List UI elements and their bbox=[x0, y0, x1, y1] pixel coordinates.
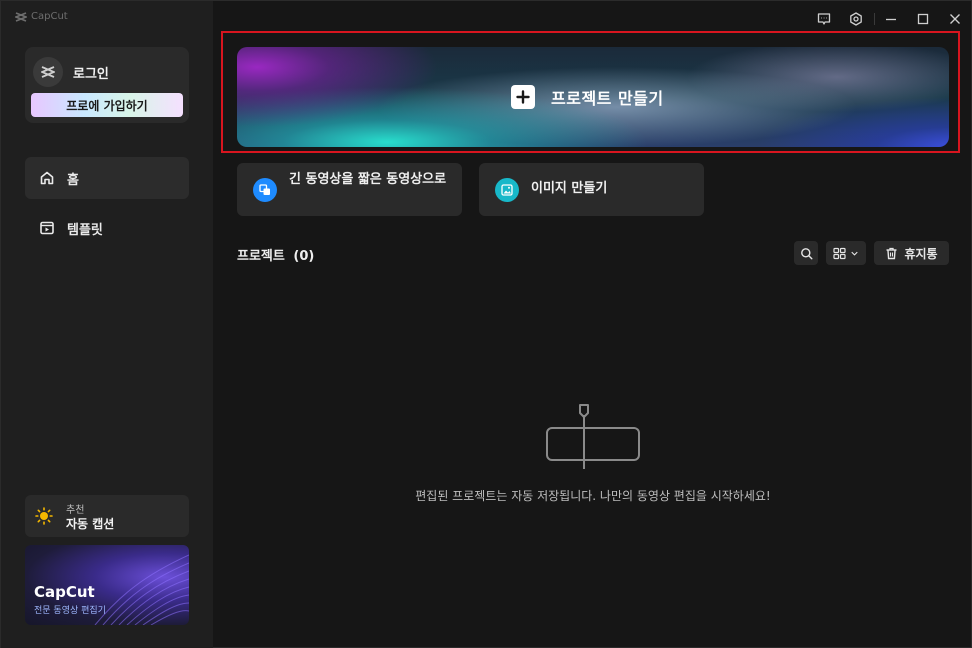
projects-title: 프로젝트 (0) bbox=[237, 245, 314, 264]
sidebar-item-home[interactable]: 홈 bbox=[25, 157, 189, 199]
create-image-label: 이미지 만들기 bbox=[531, 181, 608, 196]
capcut-avatar-icon bbox=[41, 66, 55, 78]
app-name: CapCut bbox=[31, 11, 68, 22]
close-icon bbox=[950, 14, 960, 24]
create-image-button[interactable]: 이미지 만들기 bbox=[479, 163, 704, 216]
home-icon bbox=[40, 171, 54, 185]
view-mode-button[interactable] bbox=[826, 241, 866, 265]
auto-caption-promo[interactable]: 추천 자동 캡션 bbox=[25, 495, 189, 537]
settings-icon bbox=[850, 12, 862, 26]
projects-label: 프로젝트 bbox=[237, 249, 285, 264]
long-to-short-button[interactable]: 긴 동영상을 짧은 동영상으로 bbox=[237, 163, 462, 216]
plus-icon bbox=[511, 85, 535, 109]
promo-tag: 추천 bbox=[66, 505, 85, 516]
minimize-icon bbox=[886, 18, 896, 21]
feedback-button[interactable] bbox=[816, 11, 832, 27]
login-label[interactable]: 로그인 bbox=[73, 63, 109, 82]
titlebar-divider bbox=[874, 13, 875, 25]
sidebar: CapCut 로그인 프로에 가입하기 홈 템플릿 추천 자동 캡션 CapCu… bbox=[1, 1, 213, 648]
projects-count: (0) bbox=[293, 249, 315, 264]
capcut-window: CapCut 로그인 프로에 가입하기 홈 템플릿 추천 자동 캡션 CapCu… bbox=[0, 0, 972, 648]
trash-button[interactable]: 휴지통 bbox=[874, 241, 949, 265]
trash-icon bbox=[886, 247, 897, 259]
sun-icon bbox=[35, 507, 53, 525]
search-icon bbox=[800, 247, 813, 260]
image-icon bbox=[495, 178, 519, 202]
promo-title: 자동 캡션 bbox=[66, 517, 115, 531]
trash-label: 휴지통 bbox=[904, 246, 938, 261]
sidebar-item-label: 홈 bbox=[67, 172, 79, 188]
login-row[interactable]: 로그인 bbox=[33, 57, 109, 87]
banner-title: CapCut bbox=[34, 583, 95, 601]
template-icon bbox=[40, 221, 54, 235]
empty-timeline-icon bbox=[546, 404, 640, 469]
long-to-short-label: 긴 동영상을 짧은 동영상으로 bbox=[289, 172, 447, 187]
capcut-banner[interactable]: CapCut 전문 동영상 편집기 bbox=[25, 545, 189, 625]
sidebar-item-template[interactable]: 템플릿 bbox=[25, 207, 189, 249]
avatar[interactable] bbox=[33, 57, 63, 87]
long-to-short-icon bbox=[253, 178, 277, 202]
login-card: 로그인 프로에 가입하기 bbox=[25, 47, 189, 123]
create-project-label: 프로젝트 만들기 bbox=[551, 89, 664, 108]
feedback-icon bbox=[817, 13, 831, 25]
maximize-icon bbox=[917, 13, 929, 25]
close-button[interactable] bbox=[947, 11, 963, 27]
app-logo: CapCut bbox=[15, 11, 68, 22]
sidebar-item-label: 템플릿 bbox=[67, 222, 103, 238]
search-button[interactable] bbox=[794, 241, 818, 265]
create-project-button[interactable]: 프로젝트 만들기 bbox=[237, 47, 949, 147]
create-project-content: 프로젝트 만들기 bbox=[511, 85, 664, 109]
grid-view-icon bbox=[833, 247, 846, 259]
maximize-button[interactable] bbox=[915, 11, 931, 27]
pro-signup-button[interactable]: 프로에 가입하기 bbox=[31, 93, 183, 117]
capcut-logo-icon bbox=[15, 11, 27, 22]
banner-subtitle: 전문 동영상 편집기 bbox=[34, 606, 106, 616]
settings-button[interactable] bbox=[848, 11, 864, 27]
chevron-down-icon bbox=[851, 251, 858, 256]
minimize-button[interactable] bbox=[883, 11, 899, 27]
empty-state-message: 편집된 프로젝트는 자동 저장됩니다. 나만의 동영상 편집을 시작하세요! bbox=[415, 489, 771, 503]
